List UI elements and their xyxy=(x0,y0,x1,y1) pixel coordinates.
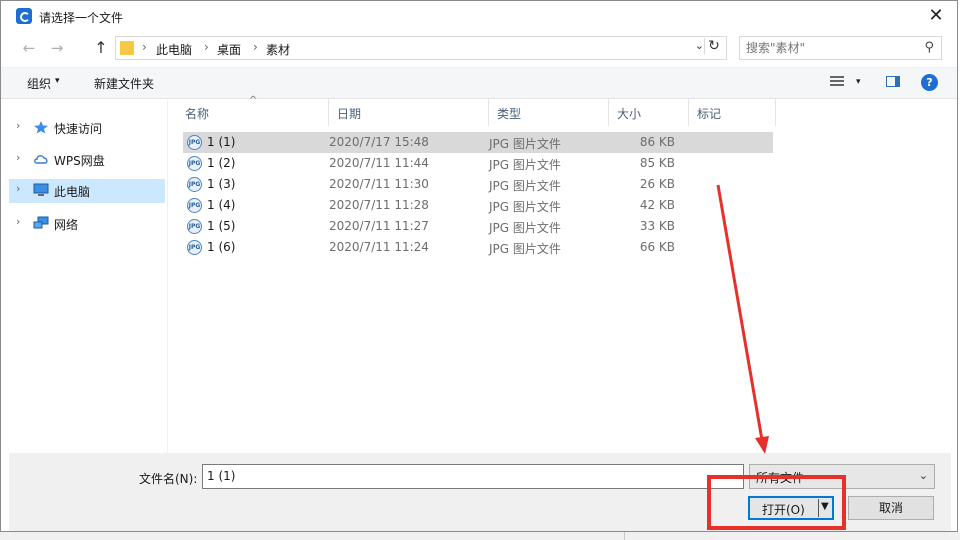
annotation-arrow-head xyxy=(755,436,769,454)
annotation-arrow-shaft xyxy=(716,184,764,441)
annotation-arrow xyxy=(716,184,769,454)
annotation-highlight-box xyxy=(707,475,846,530)
